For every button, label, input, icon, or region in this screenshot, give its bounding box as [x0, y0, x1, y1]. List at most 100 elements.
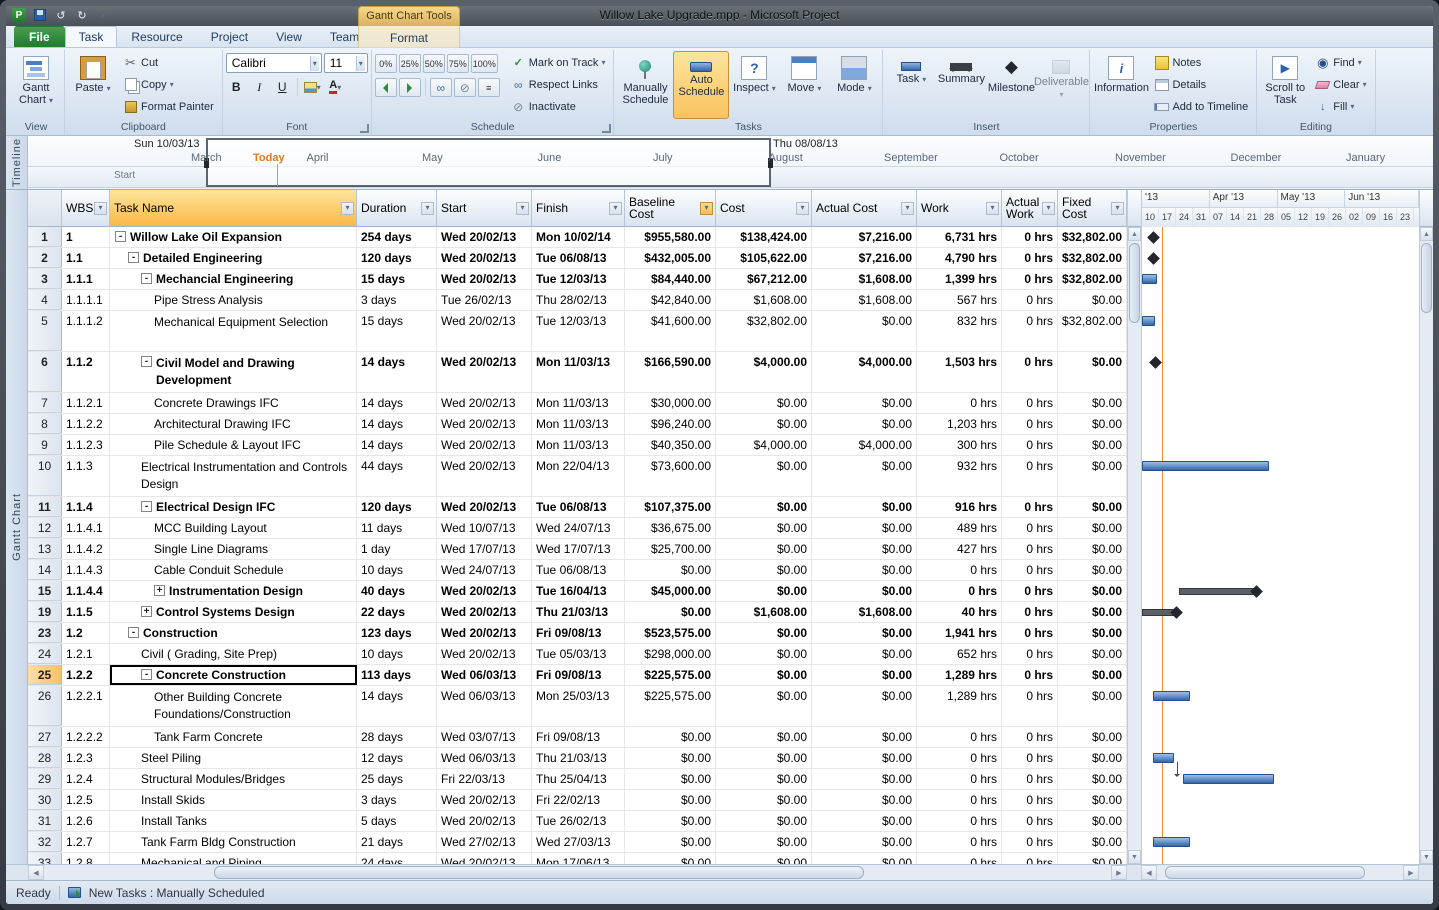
cell[interactable]: Wed 20/02/13 [437, 435, 532, 455]
clear-button[interactable]: Clear ▾ [1310, 74, 1371, 95]
scroll-thumb[interactable] [1421, 243, 1432, 313]
column-header-actual-cost[interactable]: Actual Cost▾ [812, 190, 917, 226]
cell[interactable]: 11 days [357, 518, 437, 538]
cell[interactable]: Thu 21/03/13 [532, 748, 625, 768]
cell[interactable]: Wed 20/02/13 [437, 311, 532, 351]
cell[interactable]: 0 hrs [1002, 623, 1058, 643]
table-row[interactable]: 281.2.3Steel Piling12 daysWed 06/03/13Th… [28, 748, 1127, 769]
cell-task-name[interactable]: Mechanical Equipment Selection [110, 311, 357, 351]
cell[interactable]: $0.00 [716, 414, 812, 434]
row-number[interactable]: 28 [28, 748, 62, 768]
cell[interactable]: 1.2.2 [62, 665, 110, 685]
cell[interactable]: 21 days [357, 832, 437, 852]
row-number[interactable]: 8 [28, 414, 62, 434]
cell[interactable]: Wed 20/02/13 [437, 269, 532, 289]
cell[interactable]: $0.00 [716, 686, 812, 726]
cell[interactable]: $0.00 [625, 790, 716, 810]
table-row[interactable]: 261.2.2.1Other Building Concrete Foundat… [28, 686, 1127, 727]
cell[interactable]: $0.00 [716, 811, 812, 831]
cell[interactable]: $4,000.00 [716, 435, 812, 455]
cell[interactable]: Tue 16/04/13 [532, 581, 625, 601]
cell-task-name[interactable]: +Instrumentation Design [110, 581, 357, 601]
cell[interactable]: $0.00 [1058, 665, 1127, 685]
percent-complete-0-button[interactable]: 0% [375, 54, 397, 73]
add-to-timeline-button[interactable]: Add to Timeline [1149, 96, 1253, 117]
cell-task-name[interactable]: Cable Conduit Schedule [110, 560, 357, 580]
row-number[interactable]: 26 [28, 686, 62, 726]
cell[interactable]: $0.00 [1058, 686, 1127, 726]
cell[interactable]: Fri 09/08/13 [532, 665, 625, 685]
cell[interactable]: 1,203 hrs [917, 414, 1002, 434]
cell[interactable]: $32,802.00 [1058, 269, 1127, 289]
row-number[interactable]: 33 [28, 853, 62, 864]
respect-links-button[interactable]: ∞Respect Links [506, 74, 611, 95]
column-header-wbs[interactable]: WBS▾ [62, 190, 110, 226]
cell[interactable]: 1.1.2.1 [62, 393, 110, 413]
cell[interactable]: 1.1.1.1 [62, 290, 110, 310]
collapse-icon[interactable]: - [141, 669, 152, 680]
cell-task-name[interactable]: -Civil Model and Drawing Development [110, 352, 357, 392]
cell[interactable]: 14 days [357, 435, 437, 455]
split-task-button[interactable]: ≡ [478, 78, 500, 97]
cell[interactable]: 0 hrs [1002, 352, 1058, 392]
gantt-task-bar[interactable] [1153, 837, 1190, 847]
cell[interactable]: 4,790 hrs [917, 248, 1002, 268]
cell[interactable]: 1,503 hrs [917, 352, 1002, 392]
cell[interactable]: $0.00 [812, 623, 917, 643]
cell[interactable]: $0.00 [812, 769, 917, 789]
cell[interactable]: 300 hrs [917, 435, 1002, 455]
cell[interactable]: $0.00 [716, 644, 812, 664]
cell[interactable]: Wed 27/02/13 [437, 832, 532, 852]
cell[interactable]: 1.2.1 [62, 644, 110, 664]
cell[interactable]: 0 hrs [917, 560, 1002, 580]
row-number[interactable]: 5 [28, 311, 62, 351]
gantt-milestone-icon[interactable] [1149, 356, 1162, 369]
cell[interactable]: $0.00 [1058, 497, 1127, 517]
cell[interactable]: 44 days [357, 456, 437, 496]
cell[interactable]: $0.00 [1058, 560, 1127, 580]
scroll-track[interactable] [1420, 241, 1433, 850]
table-horizontal-scrollbar[interactable]: ◀ ▶ [28, 865, 1127, 880]
cell[interactable]: 1 day [357, 539, 437, 559]
cell-task-name[interactable]: Pile Schedule & Layout IFC [110, 435, 357, 455]
cell[interactable]: 0 hrs [1002, 435, 1058, 455]
cell[interactable]: 1.2.5 [62, 790, 110, 810]
paste-button[interactable]: Paste ▾ [68, 51, 118, 119]
cell[interactable]: 0 hrs [917, 811, 1002, 831]
cell[interactable]: 0 hrs [1002, 311, 1058, 351]
cell[interactable]: $0.00 [716, 456, 812, 496]
gantt-task-bar[interactable] [1153, 753, 1174, 763]
cell[interactable]: Wed 20/02/13 [437, 811, 532, 831]
cell[interactable]: 1.1.2.2 [62, 414, 110, 434]
table-row[interactable]: 61.1.2-Civil Model and Drawing Developme… [28, 352, 1127, 393]
table-row[interactable]: 41.1.1.1Pipe Stress Analysis3 daysTue 26… [28, 290, 1127, 311]
cell[interactable]: $0.00 [716, 393, 812, 413]
tab-resource[interactable]: Resource [117, 26, 196, 47]
cell[interactable]: 3 days [357, 790, 437, 810]
filter-arrow-icon[interactable]: ▾ [1042, 202, 1055, 215]
cell[interactable]: $0.00 [716, 623, 812, 643]
table-row[interactable]: 331.2.8Mechanical and Piping24 daysWed 2… [28, 853, 1127, 864]
row-number[interactable]: 32 [28, 832, 62, 852]
cell[interactable]: 0 hrs [1002, 581, 1058, 601]
cell[interactable]: 1,289 hrs [917, 686, 1002, 726]
row-number[interactable]: 31 [28, 811, 62, 831]
cell[interactable]: $0.00 [716, 853, 812, 864]
outdent-task-button[interactable] [375, 78, 397, 97]
cell[interactable]: 1.2.2.2 [62, 727, 110, 747]
cell[interactable]: 0 hrs [1002, 811, 1058, 831]
cell[interactable]: 932 hrs [917, 456, 1002, 496]
cell[interactable]: 0 hrs [917, 748, 1002, 768]
cell[interactable]: 0 hrs [1002, 748, 1058, 768]
scroll-thumb[interactable] [1165, 866, 1365, 879]
row-number[interactable]: 9 [28, 435, 62, 455]
cell[interactable]: 0 hrs [1002, 456, 1058, 496]
collapse-icon[interactable]: - [141, 273, 152, 284]
cell[interactable]: 1.2 [62, 623, 110, 643]
cell[interactable]: $138,424.00 [716, 227, 812, 247]
cell[interactable]: 3 days [357, 290, 437, 310]
cell[interactable]: 0 hrs [1002, 644, 1058, 664]
table-row[interactable]: 191.1.5+Control Systems Design22 daysWed… [28, 602, 1127, 623]
tab-file[interactable]: File [14, 26, 65, 47]
cell[interactable]: $0.00 [716, 539, 812, 559]
